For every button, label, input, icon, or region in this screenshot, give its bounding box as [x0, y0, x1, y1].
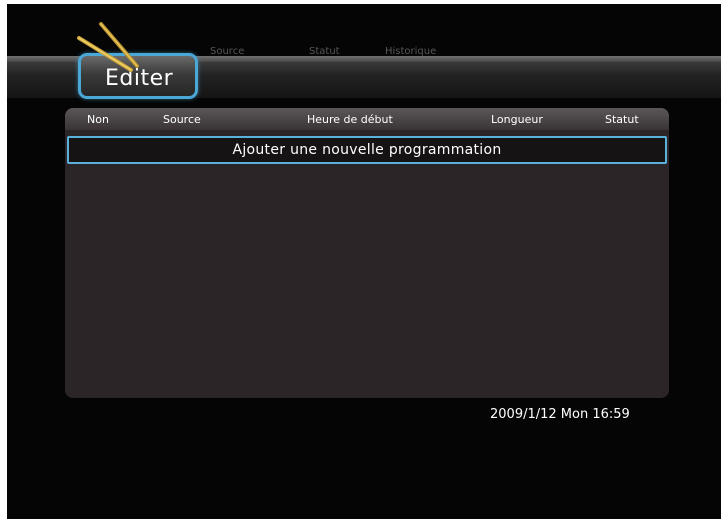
dvr-screen: Source Statut Historique Editer Non Sour…	[7, 4, 721, 519]
datetime-display: 2009/1/12 Mon 16:59	[490, 407, 630, 422]
tab-source[interactable]: Source	[210, 46, 244, 57]
tab-status[interactable]: Statut	[309, 46, 340, 57]
column-source: Source	[163, 113, 201, 126]
pencil-icon	[77, 22, 139, 72]
add-schedule-label: Ajouter une nouvelle programmation	[232, 142, 502, 158]
add-schedule-row[interactable]: Ajouter une nouvelle programmation	[67, 136, 667, 164]
column-length: Longueur	[491, 113, 543, 126]
tab-history[interactable]: Historique	[385, 46, 436, 57]
schedule-panel: Non Source Heure de début Longueur Statu…	[65, 108, 669, 398]
column-status: Statut	[605, 113, 639, 126]
column-number: Non	[87, 113, 109, 126]
column-start-time: Heure de début	[307, 113, 393, 126]
column-header: Non Source Heure de début Longueur Statu…	[65, 108, 669, 130]
